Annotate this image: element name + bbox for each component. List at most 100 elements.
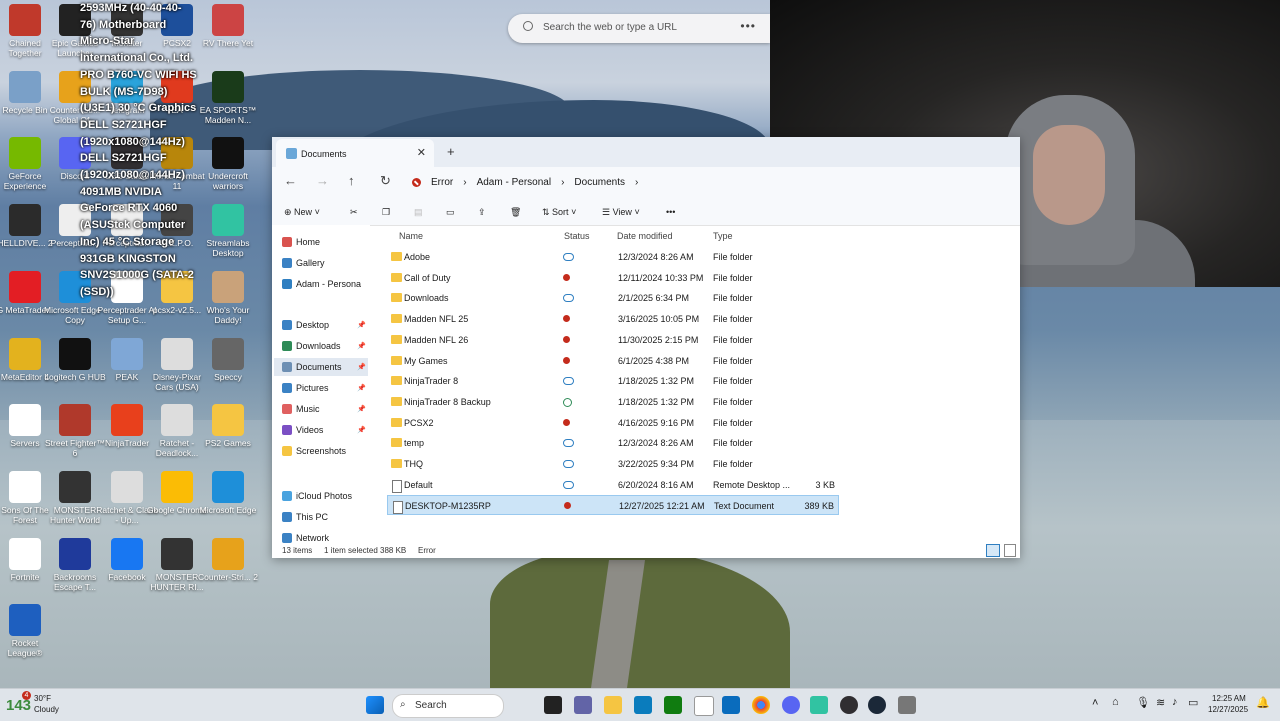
file-row[interactable]: PCSX2 4/16/2025 9:16 PM File folder — [387, 413, 839, 433]
file-row[interactable]: My Games 6/1/2025 4:38 PM File folder — [387, 351, 839, 371]
remote-desktop-icon[interactable] — [722, 696, 740, 714]
start-icon[interactable] — [366, 696, 384, 714]
delete-icon[interactable]: 🗑 — [510, 207, 521, 218]
column-header-date[interactable]: Date modified — [617, 231, 673, 241]
sidebar-item[interactable]: Downloads 📌 — [282, 337, 368, 355]
file-row[interactable]: Madden NFL 26 11/30/2025 2:15 PM File fold… — [387, 330, 839, 350]
column-header-type[interactable]: Type — [713, 231, 733, 241]
view-label: View — [612, 207, 632, 217]
overlay-line: DELL S2721HGF — [80, 152, 167, 165]
wifi-icon[interactable]: ≋ — [1156, 696, 1165, 709]
sidebar-item[interactable]: Music 📌 — [282, 400, 368, 418]
file-row[interactable]: NinjaTrader 8 1/18/2025 1:32 PM File folde… — [387, 371, 839, 391]
file-row[interactable]: Default 6/20/2024 8:16 AM Remote Desktop .… — [387, 475, 839, 495]
sort-button[interactable]: ⇅ Sort ˅ — [542, 207, 576, 218]
sidebar-item[interactable]: Pictures 📌 — [282, 379, 368, 397]
file-explorer-icon[interactable] — [604, 696, 622, 714]
refresh-icon[interactable]: ↻ — [380, 173, 391, 189]
rename-icon[interactable]: ▭ — [446, 207, 455, 218]
file-size: 3 KB — [815, 479, 835, 490]
sidebar-item[interactable]: Screenshots — [282, 442, 368, 460]
steam-icon[interactable] — [868, 696, 886, 714]
sync-error-icon — [564, 502, 571, 510]
sidebar-item[interactable]: Adam - Persona — [282, 275, 368, 293]
file-row[interactable]: THQ 3/22/2025 9:34 PM File folder — [387, 454, 839, 474]
file-name: Adobe — [404, 252, 431, 262]
tiles-view-icon[interactable] — [1004, 544, 1016, 557]
chrome-icon[interactable] — [752, 696, 770, 714]
sidebar-item[interactable]: Desktop 📌 — [282, 316, 368, 334]
tab-documents[interactable]: Documents ✕ — [276, 139, 434, 167]
sidebar-item[interactable]: Documents 📌 — [274, 358, 368, 376]
desktop-icon-label: Counter-Stri... 2 — [198, 572, 258, 582]
desktop-icon[interactable]: EA SPORTS™ Madden N... — [197, 71, 259, 125]
sidebar-item[interactable]: Home — [282, 233, 368, 251]
weather-widget[interactable]: 143 4 30°F Cloudy — [6, 691, 66, 719]
task-view-icon[interactable] — [544, 696, 562, 714]
copy-icon[interactable]: ❐ — [382, 207, 390, 218]
app-icon — [9, 137, 41, 169]
file-row[interactable]: Downloads 2/1/2025 6:34 PM File folder — [387, 288, 839, 308]
overlay-line: (1920x1080@144Hz) — [80, 169, 185, 182]
teams-icon[interactable] — [574, 696, 592, 714]
sidebar-item[interactable]: iCloud Photos — [282, 487, 368, 505]
breadcrumb-error[interactable]: Error — [431, 177, 453, 188]
new-button[interactable]: ⊕ New ˅ — [284, 207, 320, 218]
chevron-up-icon[interactable]: ˄ — [1092, 697, 1098, 709]
desktop-icon[interactable]: Who's Your Daddy! — [197, 271, 259, 325]
battery-icon[interactable]: ▭ — [1188, 696, 1198, 709]
close-icon[interactable]: ✕ — [417, 146, 426, 159]
browser-search-bar[interactable]: Search the web or type a URL ••• — [508, 14, 770, 43]
breadcrumb-documents[interactable]: Documents — [574, 177, 625, 188]
desktop-icon[interactable]: Undercroft warriors — [197, 137, 259, 191]
clock-date[interactable]: 12/27/2025 — [1208, 705, 1248, 714]
view-button[interactable]: ☰ View ˅ — [602, 207, 640, 218]
sidebar-item[interactable]: This PC — [282, 508, 368, 526]
cloud-icon — [563, 294, 574, 303]
xbox-icon[interactable] — [664, 696, 682, 714]
volume-icon[interactable]: ♪ — [1172, 696, 1178, 708]
paste-icon[interactable]: ▤ — [414, 207, 423, 218]
more-options-icon[interactable]: ••• — [740, 19, 756, 33]
file-row[interactable]: Call of Duty 12/11/2024 10:33 PM File fold… — [387, 268, 839, 288]
desktop-icon[interactable]: Counter-Stri... 2 — [197, 538, 259, 582]
file-row[interactable]: NinjaTrader 8 Backup 1/18/2025 1:32 PM Fil… — [387, 392, 839, 412]
notification-icon[interactable]: 🔔 — [1256, 696, 1270, 709]
desktop-icon[interactable]: Rocket League® — [0, 604, 56, 658]
desktop-icon[interactable]: PS2 Games — [197, 404, 259, 448]
breadcrumb-adam[interactable]: Adam - Personal — [477, 177, 551, 188]
file-row[interactable]: DESKTOP-M1235RP 12/27/2025 12:21 AM Text D… — [387, 495, 839, 516]
microphone-icon[interactable]: 🎙 — [1136, 696, 1150, 709]
forward-icon[interactable]: → — [316, 173, 329, 188]
sidebar-item[interactable]: Videos 📌 — [282, 421, 368, 439]
store-icon[interactable] — [634, 696, 652, 714]
streamlabs-icon[interactable] — [810, 696, 828, 714]
back-icon[interactable]: ← — [284, 173, 297, 188]
discord-icon[interactable] — [782, 696, 800, 714]
file-row[interactable]: Madden NFL 25 3/16/2025 10:05 PM File fold… — [387, 309, 839, 329]
cut-icon[interactable]: ✂ — [350, 207, 358, 218]
file-date: 11/30/2025 2:15 PM — [618, 334, 699, 345]
desktop-icon[interactable]: Streamlabs Desktop — [197, 204, 259, 258]
desktop-icon[interactable]: Speccy — [197, 338, 259, 382]
details-view-icon[interactable] — [986, 544, 1000, 557]
file-row[interactable]: Adobe 12/3/2024 8:26 AM File folder — [387, 247, 839, 267]
desktop-icon[interactable]: Microsoft Edge — [197, 471, 259, 515]
new-tab-button[interactable]: + — [447, 144, 455, 159]
up-icon[interactable]: ↑ — [348, 173, 355, 188]
sidebar-item[interactable]: Gallery — [282, 254, 368, 272]
file-row[interactable]: temp 12/3/2024 8:26 AM File folder — [387, 433, 839, 453]
clock-time[interactable]: 12:25 AM — [1212, 694, 1246, 703]
desktop-icon[interactable]: RV There Yet — [197, 4, 259, 48]
column-header-name[interactable]: Name — [399, 231, 423, 241]
speccy-icon[interactable] — [898, 696, 916, 714]
taskbar-search[interactable]: ⌕ Search — [392, 694, 504, 718]
more-icon[interactable]: ••• — [666, 207, 675, 217]
notepad-icon[interactable] — [694, 696, 714, 716]
column-header-status[interactable]: Status — [564, 231, 590, 241]
obs-icon[interactable] — [840, 696, 858, 714]
breadcrumb[interactable]: Error › Adam - Personal › Documents › — [412, 177, 638, 188]
network-icon[interactable]: ⌂ — [1112, 696, 1119, 708]
sidebar-item-label: Desktop — [296, 320, 330, 330]
share-icon[interactable]: ⇪ — [478, 207, 486, 218]
